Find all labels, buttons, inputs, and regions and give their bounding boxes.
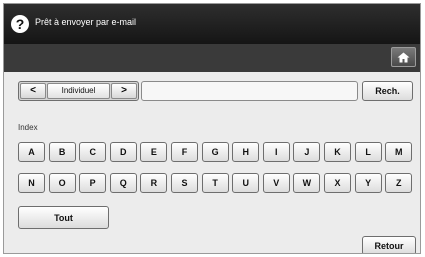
letter-key-v[interactable]: V <box>262 173 290 193</box>
letter-key-g[interactable]: G <box>201 142 229 162</box>
previous-mode-button[interactable]: < <box>20 83 46 99</box>
letter-key-z[interactable]: Z <box>385 173 413 193</box>
navigation-bar <box>4 44 420 72</box>
page-title: Prêt à envoyer par e-mail <box>35 17 137 27</box>
letter-key-e[interactable]: E <box>140 142 168 162</box>
letter-key-j[interactable]: J <box>293 142 321 162</box>
letter-key-q[interactable]: Q <box>109 173 137 193</box>
letter-key-i[interactable]: I <box>262 142 290 162</box>
letter-key-d[interactable]: D <box>109 142 137 162</box>
address-book-area: < Individuel > Rech. Index ABCDEFGHIJKLM… <box>4 72 420 253</box>
letter-key-l[interactable]: L <box>354 142 382 162</box>
letter-key-a[interactable]: A <box>18 142 45 162</box>
search-input[interactable] <box>141 81 358 101</box>
mode-label: Individuel <box>47 83 110 99</box>
letter-key-n[interactable]: N <box>18 173 45 193</box>
home-icon <box>397 52 410 62</box>
letter-key-y[interactable]: Y <box>354 173 382 193</box>
letter-key-m[interactable]: M <box>385 142 413 162</box>
letter-key-w[interactable]: W <box>293 173 321 193</box>
home-button[interactable] <box>391 47 416 67</box>
search-button[interactable]: Rech. <box>362 81 413 101</box>
letter-key-b[interactable]: B <box>48 142 76 162</box>
letter-key-u[interactable]: U <box>232 173 260 193</box>
all-button[interactable]: Tout <box>18 206 109 229</box>
next-mode-button[interactable]: > <box>111 83 137 99</box>
letter-key-t[interactable]: T <box>201 173 229 193</box>
letter-key-r[interactable]: R <box>140 173 168 193</box>
letter-key-f[interactable]: F <box>171 142 198 162</box>
back-button[interactable]: Retour <box>362 236 416 253</box>
title-bar: ? Prêt à envoyer par e-mail <box>4 4 420 44</box>
mode-selector: < Individuel > <box>18 81 139 101</box>
letter-key-c[interactable]: C <box>79 142 107 162</box>
letter-key-s[interactable]: S <box>171 173 198 193</box>
help-icon[interactable]: ? <box>11 15 29 33</box>
letter-key-x[interactable]: X <box>324 173 351 193</box>
letter-key-h[interactable]: H <box>232 142 260 162</box>
index-label: Index <box>18 123 38 132</box>
letter-key-o[interactable]: O <box>48 173 76 193</box>
letter-key-p[interactable]: P <box>79 173 107 193</box>
letter-key-k[interactable]: K <box>324 142 351 162</box>
email-panel: ? Prêt à envoyer par e-mail < Individuel… <box>3 3 421 254</box>
